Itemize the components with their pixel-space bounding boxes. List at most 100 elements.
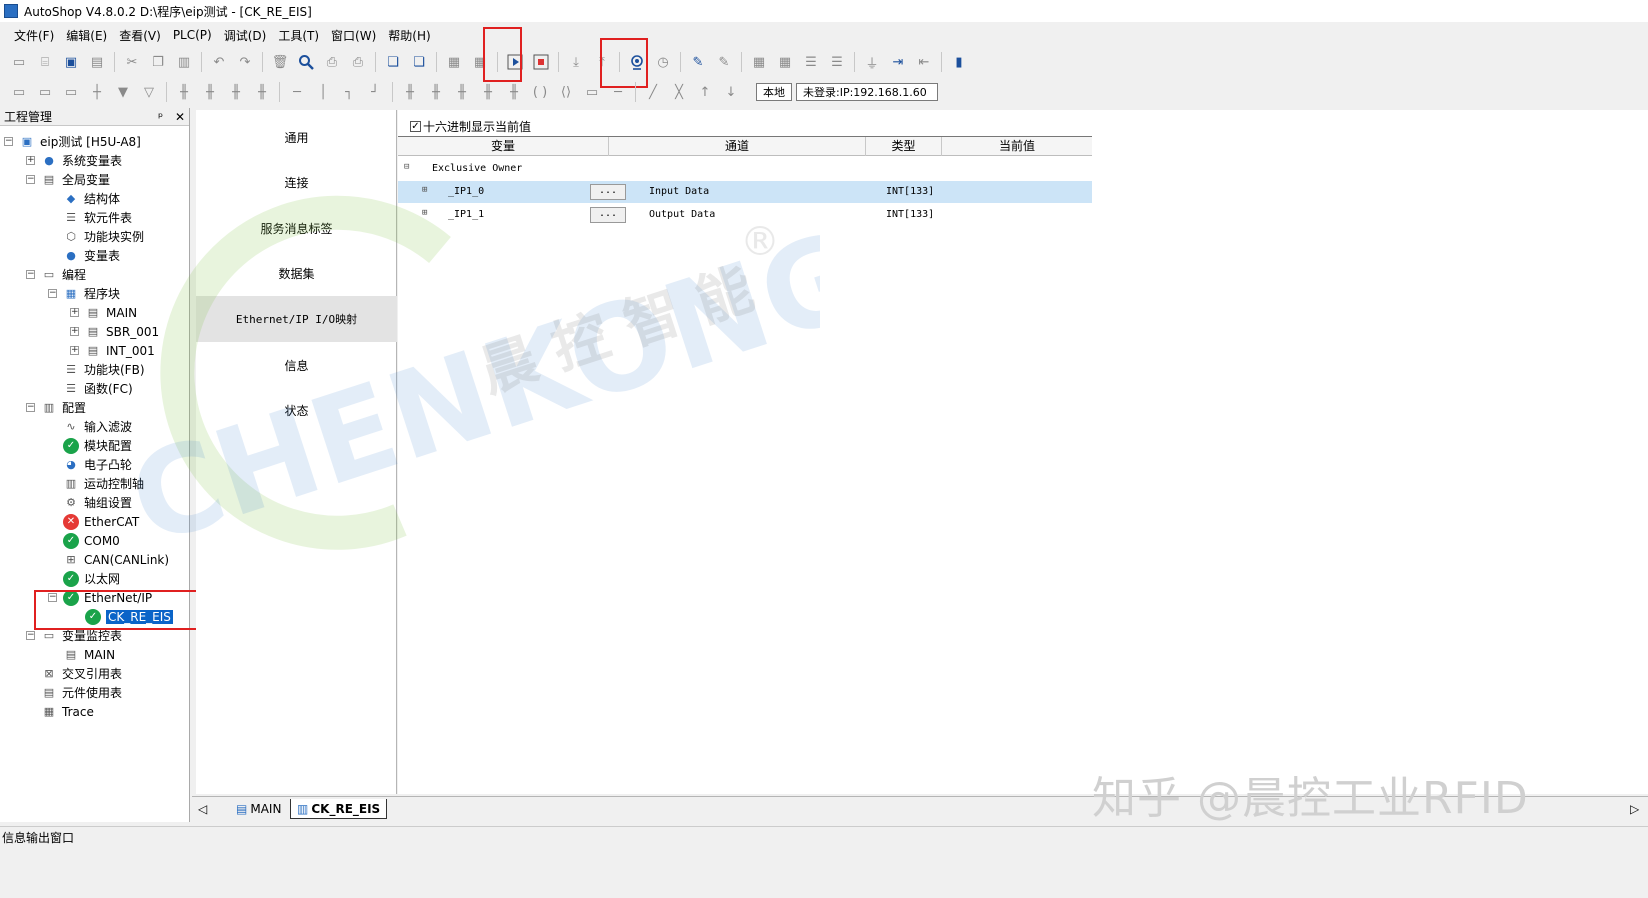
expand-icon[interactable]: + xyxy=(26,156,35,165)
collapse-icon[interactable]: ⊟ xyxy=(404,163,412,172)
coil-icon[interactable]: ( ) xyxy=(529,81,551,103)
col-variable[interactable]: 变量 xyxy=(398,137,609,156)
login-icon[interactable]: ⇥ xyxy=(887,51,909,73)
nav-dataset[interactable]: 数据集 xyxy=(196,250,397,296)
align-icon[interactable]: ☰ xyxy=(800,51,822,73)
search-icon[interactable] xyxy=(295,51,317,73)
tree-node[interactable]: + ● 系统变量表 xyxy=(26,151,122,170)
tree-node[interactable]: + ▤ SBR_001 xyxy=(70,322,159,341)
table-row[interactable]: ⊞ _IP1_0 ... Input Data INT[133] xyxy=(398,181,1092,203)
stop-icon[interactable] xyxy=(530,51,552,73)
nav-info[interactable]: 信息 xyxy=(196,342,397,388)
new-icon[interactable]: ▭ xyxy=(8,51,30,73)
nav-io-mapping[interactable]: Ethernet/IP I/O映射 xyxy=(196,296,397,342)
table-row[interactable]: ⊞ _IP1_1 ... Output Data INT[133] xyxy=(398,204,1092,226)
save-icon[interactable]: ▣ xyxy=(60,51,82,73)
plug-icon[interactable]: ⏚ xyxy=(861,51,883,73)
delete-row-icon[interactable]: ▼ xyxy=(112,81,134,103)
tree-node[interactable]: ✕ EtherCAT xyxy=(48,512,139,531)
tree-node[interactable]: ✓ COM0 xyxy=(48,531,120,550)
collapse-icon[interactable]: − xyxy=(26,403,35,412)
close-icon[interactable]: ✕ xyxy=(175,110,185,124)
menu-edit[interactable]: 编辑(E) xyxy=(60,27,113,44)
tree-node[interactable]: ☰ 软元件表 xyxy=(48,208,132,227)
nav-status[interactable]: 状态 xyxy=(196,387,397,433)
collapse-icon[interactable]: − xyxy=(26,270,35,279)
tree-node[interactable]: ▤ 元件使用表 xyxy=(26,683,122,702)
hex-display-option[interactable]: ✓ 十六进制显示当前值 xyxy=(410,118,531,135)
expand-icon[interactable]: ⊞ xyxy=(422,209,430,218)
tree-node[interactable]: ▥ 运动控制轴 xyxy=(48,474,144,493)
vline-icon[interactable]: │ xyxy=(312,81,334,103)
row-browse-button[interactable]: ... xyxy=(590,207,626,223)
collapse-icon[interactable]: − xyxy=(4,137,13,146)
tree-node[interactable]: ☰ 功能块(FB) xyxy=(48,360,144,379)
expand-icon[interactable]: ⊞ xyxy=(422,186,430,195)
hex-checkbox[interactable]: ✓ xyxy=(410,121,421,132)
block-icon[interactable]: ▭ xyxy=(581,81,603,103)
col-type[interactable]: 类型 xyxy=(866,137,942,156)
contact-nc-icon[interactable]: ╫ xyxy=(199,81,221,103)
grid-alt-icon[interactable]: ▦ xyxy=(774,51,796,73)
tab-ck-re-eis[interactable]: ▥ CK_RE_EIS xyxy=(290,799,388,819)
tree-node[interactable]: ◕ 电子凸轮 xyxy=(48,455,132,474)
menu-file[interactable]: 文件(F) xyxy=(8,27,60,44)
grid-icon[interactable]: ▦ xyxy=(748,51,770,73)
tab-main[interactable]: ▤ MAIN xyxy=(230,799,287,819)
login-status-field[interactable]: 未登录:IP:192.168.1.60 xyxy=(796,83,938,101)
invert-icon[interactable]: ─ xyxy=(607,81,629,103)
align-alt-icon[interactable]: ☰ xyxy=(826,51,848,73)
arrow-down-icon[interactable]: ↓ xyxy=(720,81,742,103)
set-icon[interactable]: ╫ xyxy=(503,81,525,103)
collapse-icon[interactable]: − xyxy=(26,175,35,184)
tree-node[interactable]: − ▭ 编程 xyxy=(26,265,86,284)
line-down-icon[interactable]: ┘ xyxy=(364,81,386,103)
expand-icon[interactable]: + xyxy=(70,346,79,355)
arrow-up-icon[interactable]: ↑ xyxy=(694,81,716,103)
menu-plc[interactable]: PLC(P) xyxy=(167,28,218,42)
tree-node[interactable]: + ▤ INT_001 xyxy=(70,341,155,360)
mode-field[interactable]: 本地 xyxy=(756,83,792,101)
tree-node[interactable]: − ▤ 全局变量 xyxy=(26,170,110,189)
tree-node[interactable]: ⚙ 轴组设置 xyxy=(48,493,132,512)
download-icon[interactable]: ⤓ xyxy=(565,51,587,73)
expand-icon[interactable]: + xyxy=(70,327,79,336)
sfc-mode-icon[interactable]: ▭ xyxy=(60,81,82,103)
open-icon[interactable]: ⌸ xyxy=(34,51,56,73)
print-icon[interactable]: ⎙ xyxy=(347,51,369,73)
col-value[interactable]: 当前值 xyxy=(942,137,1092,156)
print-preview-icon[interactable]: ⎙ xyxy=(321,51,343,73)
tree-node[interactable]: − ▥ 配置 xyxy=(26,398,86,417)
expand-icon[interactable]: + xyxy=(70,308,79,317)
undo-icon[interactable]: ↶ xyxy=(208,51,230,73)
pulse-alt-icon[interactable]: ╫ xyxy=(477,81,499,103)
tree-node[interactable]: ▤ MAIN xyxy=(48,645,115,664)
pin-icon[interactable]: ᵖ xyxy=(158,110,163,124)
paste-icon[interactable]: ▥ xyxy=(173,51,195,73)
save-all-icon[interactable]: ▤ xyxy=(86,51,108,73)
stl-mode-icon[interactable]: ▭ xyxy=(34,81,56,103)
window-icon[interactable]: ❏ xyxy=(382,51,404,73)
line-up-icon[interactable]: ┐ xyxy=(338,81,360,103)
hline-icon[interactable]: ─ xyxy=(286,81,308,103)
function-icon[interactable]: ⟨⟩ xyxy=(555,81,577,103)
copy-icon[interactable]: ❐ xyxy=(147,51,169,73)
rise-icon[interactable]: ╫ xyxy=(399,81,421,103)
timer-icon[interactable]: ◷ xyxy=(652,51,674,73)
menu-view[interactable]: 查看(V) xyxy=(113,27,167,44)
fall-icon[interactable]: ╫ xyxy=(425,81,447,103)
insert-row-icon[interactable]: ┼ xyxy=(86,81,108,103)
insert-col-icon[interactable]: ▽ xyxy=(138,81,160,103)
tree-node[interactable]: ✓ 模块配置 xyxy=(48,436,132,455)
tree-node[interactable]: ● 变量表 xyxy=(48,246,120,265)
tree-node[interactable]: ⊞ CAN(CANLink) xyxy=(48,550,169,569)
pulse-icon[interactable]: ╫ xyxy=(451,81,473,103)
delete-icon[interactable]: 🗑 xyxy=(269,51,291,73)
panel-icon[interactable]: ▮ xyxy=(948,51,970,73)
tree-node[interactable]: + ▤ MAIN xyxy=(70,303,137,322)
group-row[interactable]: ⊟ Exclusive Owner xyxy=(398,158,1092,180)
parallel-no-icon[interactable]: ╫ xyxy=(225,81,247,103)
tab-scroll-left[interactable]: ◁ xyxy=(192,799,213,819)
tree-node[interactable]: ▦ Trace xyxy=(26,702,94,721)
tree-node[interactable]: ☰ 函数(FC) xyxy=(48,379,133,398)
